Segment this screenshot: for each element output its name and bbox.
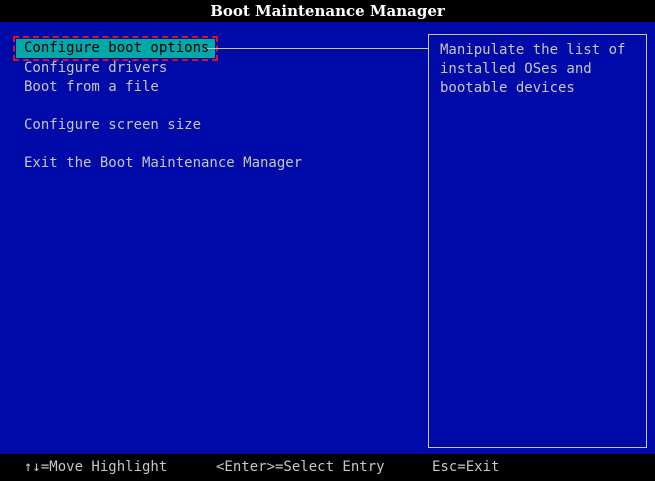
menu-item-configure-screen-size[interactable]: Configure screen size <box>24 116 201 135</box>
menu-item-exit-boot-maintenance-manager[interactable]: Exit the Boot Maintenance Manager <box>24 154 302 173</box>
boot-menu: Configure boot options Configure drivers… <box>0 22 420 454</box>
menu-item-boot-from-file[interactable]: Boot from a file <box>24 78 159 97</box>
hint-select-entry: <Enter>=Select Entry <box>216 459 385 475</box>
hint-exit: Esc=Exit <box>432 459 500 475</box>
help-panel: Manipulate the list of installed OSes an… <box>428 34 647 448</box>
help-text: Manipulate the list of installed OSes an… <box>440 42 626 96</box>
menu-item-configure-boot-options[interactable]: Configure boot options <box>12 36 219 61</box>
hint-move-highlight: ↑↓=Move Highlight <box>24 459 168 475</box>
key-hints-bar: ↑↓=Move Highlight <Enter>=Select Entry E… <box>0 454 655 481</box>
window-title: Boot Maintenance Manager <box>0 0 655 22</box>
help-connector-line <box>207 48 428 49</box>
menu-item-configure-drivers[interactable]: Configure drivers <box>24 59 167 78</box>
bios-screen: Configure boot options Configure drivers… <box>0 22 655 454</box>
